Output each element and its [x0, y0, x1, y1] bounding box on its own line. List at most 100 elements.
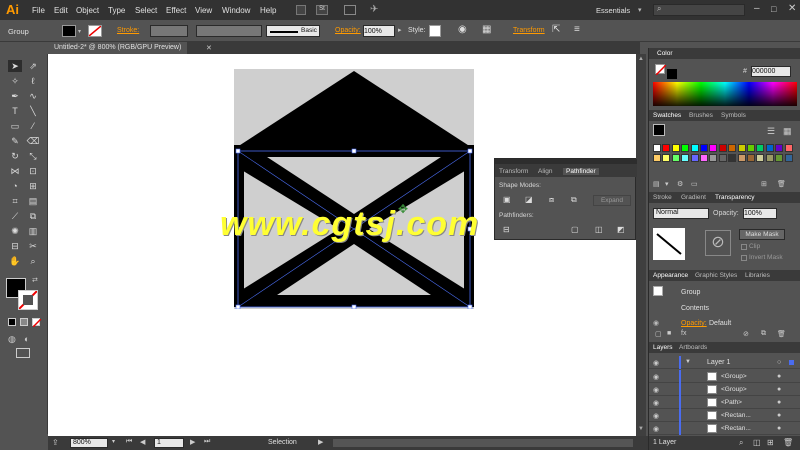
swatch[interactable]	[718, 144, 727, 152]
menu-object[interactable]: Object	[76, 6, 99, 15]
tab-stroke[interactable]: Stroke	[653, 194, 672, 201]
target-icon[interactable]: ●	[777, 373, 781, 380]
tab-transparency[interactable]: Transparency	[715, 194, 755, 201]
stock-icon[interactable]: St	[316, 5, 328, 15]
document-tab[interactable]: Untitled-2* @ 800% (RGB/GPU Preview)	[48, 42, 188, 54]
slice-tool-icon[interactable]: ✂	[26, 240, 40, 252]
shaper-tool-icon[interactable]: ✎	[8, 135, 22, 147]
swatch[interactable]	[671, 144, 680, 152]
color-spectrum[interactable]	[653, 82, 797, 106]
blend-tool-icon[interactable]: ⧉	[26, 210, 40, 222]
rectangle-tool-icon[interactable]: ▭	[8, 120, 22, 132]
next-artboard-icon[interactable]: ▶	[190, 438, 195, 446]
paintbrush-tool-icon[interactable]: ⁄	[26, 120, 40, 132]
swatch[interactable]	[653, 144, 661, 152]
delete-item-icon[interactable]: 🗑	[777, 330, 786, 338]
magic-wand-tool-icon[interactable]: ✧	[8, 75, 22, 87]
layer-item-name[interactable]: <Group>	[721, 386, 747, 393]
tab-align[interactable]: Align	[538, 168, 552, 175]
draw-mode-icon[interactable]: ◍	[8, 334, 16, 345]
lasso-tool-icon[interactable]: ℓ	[26, 75, 40, 87]
swatch[interactable]	[756, 154, 765, 162]
tab-libraries[interactable]: Libraries	[745, 272, 770, 279]
swatch[interactable]	[765, 154, 774, 162]
stroke-weight-field[interactable]	[150, 25, 188, 37]
swatch[interactable]	[756, 144, 765, 152]
make-mask-button[interactable]: Make Mask	[739, 229, 785, 240]
layer-item-name[interactable]: <Path>	[721, 399, 742, 406]
menu-window[interactable]: Window	[222, 6, 250, 15]
swatch[interactable]	[700, 154, 708, 162]
divide-icon[interactable]: ⊟	[503, 225, 510, 234]
clipping-mask-icon[interactable]: ◫	[753, 438, 761, 447]
zoom-select[interactable]: 800%	[70, 438, 108, 448]
target-icon[interactable]: ●	[777, 412, 781, 419]
perspective-grid-tool-icon[interactable]: ⊞	[26, 180, 40, 192]
add-stroke-icon[interactable]: ▢	[655, 330, 662, 338]
type-tool-icon[interactable]: T	[8, 105, 22, 117]
eraser-tool-icon[interactable]: ⌫	[26, 135, 40, 147]
eye-icon[interactable]: ◉	[653, 359, 659, 367]
chevron-down-icon[interactable]: ▾	[638, 6, 642, 14]
invert-mask-checkbox[interactable]	[741, 255, 747, 261]
isolate-group-icon[interactable]: ⇱	[552, 24, 560, 35]
appearance-row-group[interactable]: Group	[681, 289, 700, 296]
eye-icon[interactable]: ◉	[653, 412, 659, 420]
rotate-tool-icon[interactable]: ↻	[8, 150, 22, 162]
eye-icon[interactable]: ◉	[653, 399, 659, 407]
swatch[interactable]	[775, 144, 784, 152]
chevron-down-icon[interactable]: ▾	[112, 438, 115, 445]
graphic-style-swatch[interactable]	[429, 25, 441, 37]
intersect-icon[interactable]: ⧈	[549, 195, 554, 205]
chevron-right-icon[interactable]: ▶	[318, 438, 323, 446]
menu-type[interactable]: Type	[108, 6, 125, 15]
swatch[interactable]	[784, 144, 793, 152]
unite-icon[interactable]: ▣	[503, 195, 511, 204]
locate-object-icon[interactable]: ⌕	[739, 438, 743, 448]
variable-width-profile[interactable]	[196, 25, 262, 37]
eye-icon[interactable]: ◉	[653, 319, 659, 327]
previous-artboard-icon[interactable]: ◀	[140, 438, 145, 446]
arrange-documents-icon[interactable]	[344, 5, 356, 15]
tab-swatches[interactable]: Swatches	[653, 112, 681, 119]
line-tool-icon[interactable]: ╲	[26, 105, 40, 117]
crop-icon[interactable]: ◩	[617, 225, 625, 234]
tab-artboards[interactable]: Artboards	[679, 344, 707, 351]
add-fill-icon[interactable]: ■	[667, 330, 671, 337]
swatch[interactable]	[709, 144, 718, 152]
appearance-row-contents[interactable]: Contents	[681, 305, 709, 312]
stroke-swatch[interactable]	[88, 25, 102, 37]
expand-button[interactable]: Expand	[593, 195, 631, 206]
swatch[interactable]	[662, 154, 671, 162]
direct-selection-tool-icon[interactable]: ⇗	[26, 60, 40, 72]
horizontal-scrollbar[interactable]	[333, 439, 633, 447]
blend-mode-select[interactable]: Normal	[653, 208, 709, 219]
menu-edit[interactable]: Edit	[54, 6, 68, 15]
workspace-switcher[interactable]: Essentials	[596, 6, 630, 15]
selection-tool-icon[interactable]: ➤	[8, 60, 22, 72]
menu-file[interactable]: File	[32, 6, 45, 15]
swatch[interactable]	[653, 154, 661, 162]
share-icon[interactable]: ⇪	[52, 438, 59, 447]
tab-color[interactable]: Color	[657, 50, 673, 57]
tab-pathfinder[interactable]: Pathfinder	[563, 168, 599, 175]
exclude-icon[interactable]: ⧉	[571, 195, 577, 205]
swatch[interactable]	[747, 144, 755, 152]
eyedropper-tool-icon[interactable]: ⟋	[8, 210, 22, 222]
tab-brushes[interactable]: Brushes	[689, 112, 713, 119]
curvature-tool-icon[interactable]: ∿	[26, 90, 40, 102]
target-icon[interactable]: ●	[777, 386, 781, 393]
swatch[interactable]	[709, 154, 718, 162]
pen-tool-icon[interactable]: ✒	[8, 90, 22, 102]
transparency-opacity-field[interactable]	[743, 208, 777, 219]
swatch[interactable]	[671, 154, 680, 162]
swap-fill-stroke-icon[interactable]: ⇄	[32, 276, 38, 284]
swatch[interactable]	[690, 154, 699, 162]
sync-icon[interactable]: ✈	[370, 4, 378, 15]
layer-item-row[interactable]: ◉ <Group> ●	[649, 383, 800, 396]
disclosure-open-icon[interactable]: ▼	[685, 359, 691, 365]
layer-item-name[interactable]: <Rectan...	[721, 425, 751, 432]
chevron-down-icon[interactable]: ▾	[78, 28, 81, 35]
tab-symbols[interactable]: Symbols	[721, 112, 746, 119]
delete-layer-icon[interactable]: 🗑	[783, 438, 793, 447]
